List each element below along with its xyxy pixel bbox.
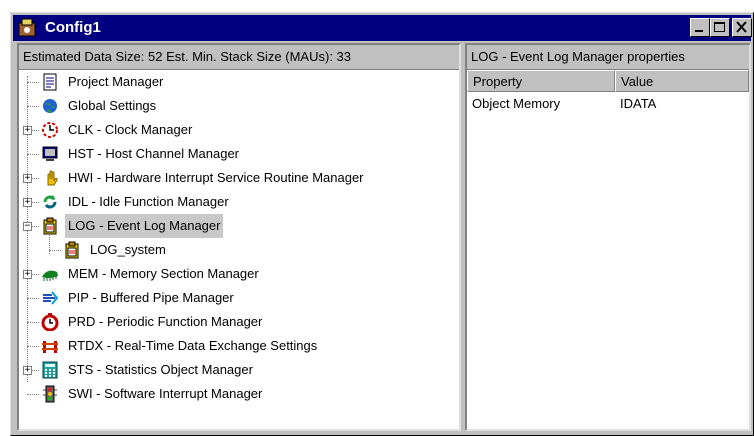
window-title: Config1	[45, 19, 101, 36]
app-icon	[18, 18, 36, 37]
tree-connector	[27, 394, 39, 395]
tree-item-label: CLK - Clock Manager	[68, 122, 193, 137]
periodic-clock-icon	[41, 313, 59, 331]
tree-item-label: RTDX - Real-Time Data Exchange Settings	[68, 338, 318, 353]
tree-item-label: LOG - Event Log Manager	[65, 214, 224, 238]
expand-toggle[interactable]: +	[23, 270, 32, 279]
tree-connector	[49, 250, 61, 251]
tree-connector	[27, 346, 39, 347]
log-clipboard-icon	[65, 241, 79, 259]
tree-item-label: Project Manager	[68, 74, 164, 89]
module-tree[interactable]: Project Manager Global Settings + CLK - Clo…	[19, 70, 459, 429]
close-icon	[736, 21, 747, 33]
expand-toggle[interactable]: +	[23, 174, 32, 183]
data-size-status: Estimated Data Size: 52 Est. Min. Stack …	[19, 45, 459, 70]
config-window: Config1 Estimated Data Size: 52 Est. Min…	[10, 12, 754, 436]
table-row[interactable]: Object Memory IDATA	[467, 93, 749, 115]
value-cell[interactable]: IDATA	[615, 93, 656, 115]
properties-title: LOG - Event Log Manager properties	[467, 45, 749, 70]
tree-item-label: LOG_system	[90, 242, 166, 257]
config-tree-pane: Estimated Data Size: 52 Est. Min. Stack …	[17, 43, 461, 431]
pipe-icon	[43, 291, 59, 305]
tree-item-label: STS - Statistics Object Manager	[68, 362, 253, 377]
tree-connector	[27, 322, 39, 323]
close-button[interactable]	[732, 18, 752, 37]
tree-item-label: PRD - Periodic Function Manager	[68, 314, 263, 329]
rtdx-icon	[42, 341, 58, 353]
tree-item-label: HST - Host Channel Manager	[68, 146, 240, 161]
calculator-icon	[42, 361, 58, 379]
globe-icon	[43, 99, 57, 113]
traffic-light-icon	[43, 385, 57, 403]
clock-icon	[42, 122, 58, 138]
tree-item-label: SWI - Software Interrupt Manager	[68, 386, 263, 401]
properties-grid-header: Property Value	[467, 70, 749, 92]
expand-toggle[interactable]: +	[23, 198, 32, 207]
maximize-button[interactable]	[710, 18, 730, 37]
log-clipboard-icon	[43, 217, 57, 235]
tree-item-label: IDL - Idle Function Manager	[68, 194, 229, 209]
properties-pane: LOG - Event Log Manager properties Prope…	[465, 43, 751, 431]
minimize-button[interactable]	[690, 18, 710, 37]
tree-connector	[27, 154, 39, 155]
tree-connector	[27, 298, 39, 299]
tree-item-label: Global Settings	[68, 98, 157, 113]
expand-toggle[interactable]: +	[23, 366, 32, 375]
property-cell: Object Memory	[472, 96, 561, 111]
expand-toggle[interactable]: +	[23, 126, 32, 135]
tree-item-label: HWI - Hardware Interrupt Service Routine…	[68, 170, 364, 185]
project-manager-icon	[43, 73, 57, 91]
idle-loop-icon	[43, 195, 57, 209]
tree-connector	[27, 82, 39, 83]
tree-connector	[27, 106, 39, 107]
memory-icon	[42, 270, 58, 281]
tree-item-label: PIP - Buffered Pipe Manager	[68, 290, 234, 305]
hand-icon	[47, 170, 58, 186]
value-column-header[interactable]: Value	[615, 70, 749, 92]
maximize-icon	[714, 22, 725, 32]
tree-item-label: MEM - Memory Section Manager	[68, 266, 259, 281]
monitor-icon	[42, 146, 58, 161]
minimize-icon	[695, 30, 703, 32]
collapse-toggle[interactable]: −	[23, 222, 32, 231]
property-column-header[interactable]: Property	[467, 70, 615, 92]
title-bar[interactable]: Config1	[13, 15, 752, 41]
